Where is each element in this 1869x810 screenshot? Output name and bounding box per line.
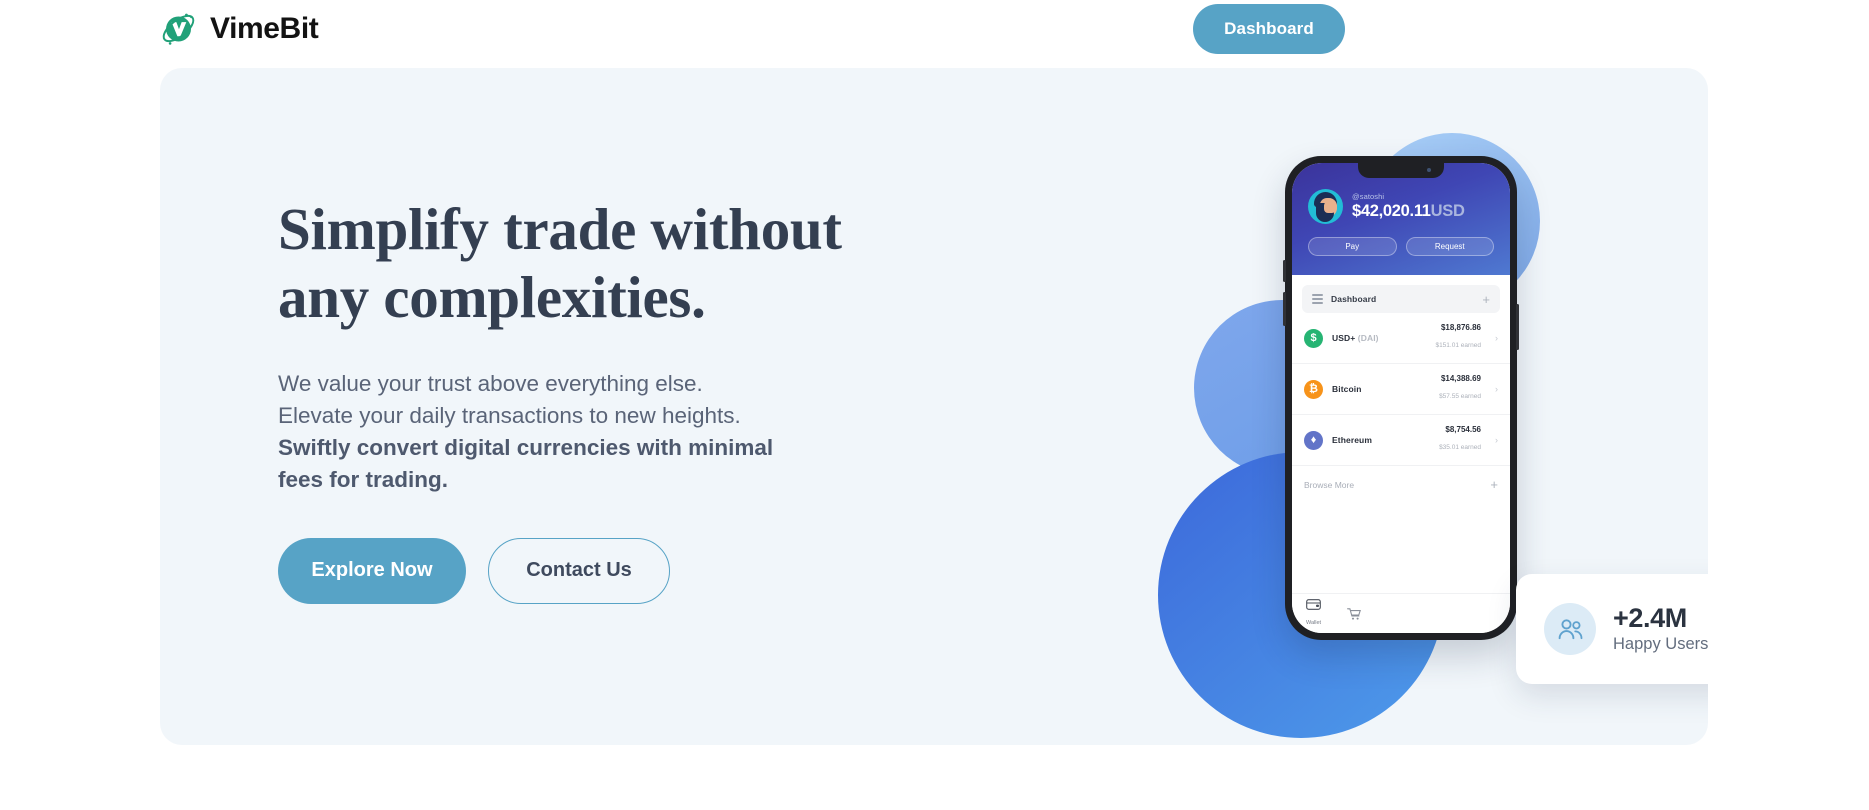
hamburger-icon[interactable] [1312,294,1323,304]
hero-sub-line-3: Swiftly convert digital currencies with … [278,434,774,460]
account-handle: @satoshi [1352,192,1385,202]
asset-earned: $151.01 earned [1435,342,1481,349]
asset-name: Ethereum [1332,435,1430,445]
hero-subtitle: We value your trust above everything els… [278,368,918,496]
plus-icon[interactable]: + [1482,293,1490,306]
people-icon [1544,603,1596,655]
hero-section: Simplify trade without any complexities.… [160,68,1708,745]
happy-users-text: +2.4M Happy Users [1613,602,1708,655]
table-row[interactable]: ₿ Bitcoin $14,388.69 $57.55 earned › [1292,364,1510,415]
chevron-right-icon: › [1495,384,1498,394]
asset-name: USD+ (DAI) [1332,333,1426,343]
hero-actions: Explore Now Contact Us [278,537,918,604]
page-title: Simplify trade without any complexities. [278,195,918,332]
asset-values: $8,754.56 $35.01 earned [1439,425,1481,455]
phone-dashboard-bar[interactable]: Dashboard + [1302,285,1500,313]
hero-title-line-1: Simplify trade without [278,196,842,262]
bitcoin-icon: ₿ [1304,379,1323,399]
request-button[interactable]: Request [1405,237,1494,256]
table-row[interactable]: ♦ Ethereum $8,754.56 $35.01 earned › [1292,415,1510,466]
phone-notch [1358,163,1444,178]
phone-mockup: @satoshi $42,020.11USD Pay Request Dashb… [1283,156,1519,640]
phone-tab-bar: Wallet [1292,593,1510,633]
dashboard-button[interactable]: Dashboard [1193,4,1345,54]
hero-copy: Simplify trade without any complexities.… [278,195,918,604]
asset-amount: $8,754.56 [1445,425,1481,434]
tab-wallet-label: Wallet [1306,620,1322,626]
phone-volume-up [1283,260,1286,282]
chevron-right-icon: › [1495,435,1498,445]
phone-power-button [1516,304,1519,350]
hero-sub-line-4: fees for trading. [278,466,449,492]
plus-icon[interactable]: + [1490,478,1498,491]
balance-amount: $42,020.11 [1352,202,1431,221]
cart-icon [1347,607,1362,620]
brand-name: VimeBit [210,11,319,45]
phone-volume-down [1283,292,1286,326]
account-meta: @satoshi $42,020.11USD [1352,192,1465,220]
globe-v-logo-icon [162,13,195,45]
hero-sub-line-1: We value your trust above everything els… [278,370,703,396]
asset-values: $14,388.69 $57.55 earned [1439,374,1481,404]
wallet-actions: Pay Request [1308,237,1494,256]
asset-name-text: Bitcoin [1332,384,1362,394]
pay-button[interactable]: Pay [1308,237,1397,256]
happy-users-count: +2.4M [1613,602,1687,633]
explore-now-button[interactable]: Explore Now [278,537,466,604]
phone-dashboard-label: Dashboard [1331,294,1377,304]
phone-screen: @satoshi $42,020.11USD Pay Request Dashb… [1292,163,1510,633]
asset-amount: $14,388.69 [1440,374,1481,383]
happy-users-card: +2.4M Happy Users [1516,574,1708,684]
account-row: @satoshi $42,020.11USD [1308,189,1494,224]
hero-title-line-2: any complexities. [278,264,706,331]
camera-icon [1427,168,1431,172]
asset-earned: $57.55 earned [1439,393,1481,400]
chevron-right-icon: › [1495,333,1498,343]
avatar [1308,189,1343,224]
happy-users-label: Happy Users [1613,635,1708,654]
ethereum-icon: ♦ [1304,430,1323,450]
brand-logo[interactable]: VimeBit [158,8,319,49]
landing-page: VimeBit Dashboard Simplify trade without… [0,0,1869,810]
hero-sub-line-2: Elevate your daily transactions to new h… [278,402,741,428]
usd-coin-icon: $ [1304,328,1323,348]
wallet-header-panel: @satoshi $42,020.11USD Pay Request [1292,163,1510,275]
asset-amount: $18,876.86 [1440,323,1481,332]
browse-more-row[interactable]: Browse More + [1292,466,1510,503]
table-row[interactable]: $ USD+ (DAI) $18,876.86 $151.01 earned › [1292,313,1510,364]
asset-name: Bitcoin [1332,384,1430,394]
browse-more-label: Browse More [1304,479,1355,490]
asset-values: $18,876.86 $151.01 earned [1435,323,1481,353]
tab-secondary[interactable] [1347,607,1362,620]
credit-card-icon [1306,598,1321,611]
balance-currency: USD [1430,202,1465,221]
asset-name-text: Ethereum [1332,435,1373,445]
account-balance: $42,020.11USD [1352,203,1465,220]
site-header: VimeBit Dashboard [0,0,1869,58]
contact-us-button[interactable]: Contact Us [488,537,670,604]
asset-earned: $35.01 earned [1439,444,1481,451]
asset-name-text: USD+ [1332,333,1356,343]
tab-wallet[interactable]: Wallet [1306,598,1321,629]
asset-ticker: (DAI) [1357,333,1379,343]
